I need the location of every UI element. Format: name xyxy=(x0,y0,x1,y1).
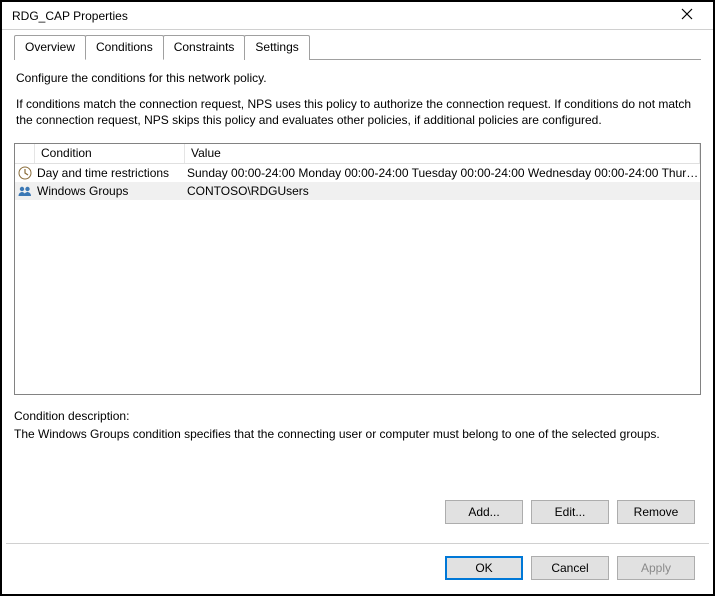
dialog-divider xyxy=(6,543,709,544)
col-header-condition[interactable]: Condition xyxy=(35,144,185,163)
conditions-list-header: Condition Value xyxy=(15,144,700,164)
col-header-value[interactable]: Value xyxy=(185,144,700,163)
edit-button[interactable]: Edit... xyxy=(531,500,609,524)
title-bar: RDG_CAP Properties xyxy=(2,2,713,30)
ok-button[interactable]: OK xyxy=(445,556,523,580)
col-header-icon xyxy=(15,144,35,163)
cell-condition: Windows Groups xyxy=(35,184,185,198)
apply-button[interactable]: Apply xyxy=(617,556,695,580)
window-title: RDG_CAP Properties xyxy=(12,9,667,23)
dialog-buttons: OK Cancel Apply xyxy=(445,556,695,580)
close-icon xyxy=(679,6,695,25)
tab-strip: Overview Conditions Constraints Settings xyxy=(14,34,701,60)
clock-icon xyxy=(15,165,35,181)
conditions-rows: Day and time restrictionsSunday 00:00-24… xyxy=(15,164,700,200)
instructions-line2: If conditions match the connection reque… xyxy=(16,96,699,128)
tab-constraints[interactable]: Constraints xyxy=(163,35,246,60)
group-icon xyxy=(15,183,35,199)
cell-condition: Day and time restrictions xyxy=(35,166,185,180)
condition-action-buttons: Add... Edit... Remove xyxy=(445,500,695,524)
cancel-button[interactable]: Cancel xyxy=(531,556,609,580)
instructions-line1: Configure the conditions for this networ… xyxy=(16,70,699,86)
tab-settings[interactable]: Settings xyxy=(244,35,309,60)
cell-value: CONTOSO\RDGUsers xyxy=(185,184,700,198)
table-row[interactable]: Windows GroupsCONTOSO\RDGUsers xyxy=(15,182,700,200)
table-row[interactable]: Day and time restrictionsSunday 00:00-24… xyxy=(15,164,700,182)
conditions-list[interactable]: Condition Value Day and time restriction… xyxy=(14,143,701,395)
condition-description-text: The Windows Groups condition specifies t… xyxy=(14,427,701,441)
close-button[interactable] xyxy=(667,5,707,27)
tab-overview[interactable]: Overview xyxy=(14,35,86,60)
dialog-content: Overview Conditions Constraints Settings… xyxy=(2,30,713,441)
condition-description-label: Condition description: xyxy=(14,409,701,423)
tab-conditions[interactable]: Conditions xyxy=(85,35,164,60)
remove-button[interactable]: Remove xyxy=(617,500,695,524)
add-button[interactable]: Add... xyxy=(445,500,523,524)
cell-value: Sunday 00:00-24:00 Monday 00:00-24:00 Tu… xyxy=(185,166,700,180)
